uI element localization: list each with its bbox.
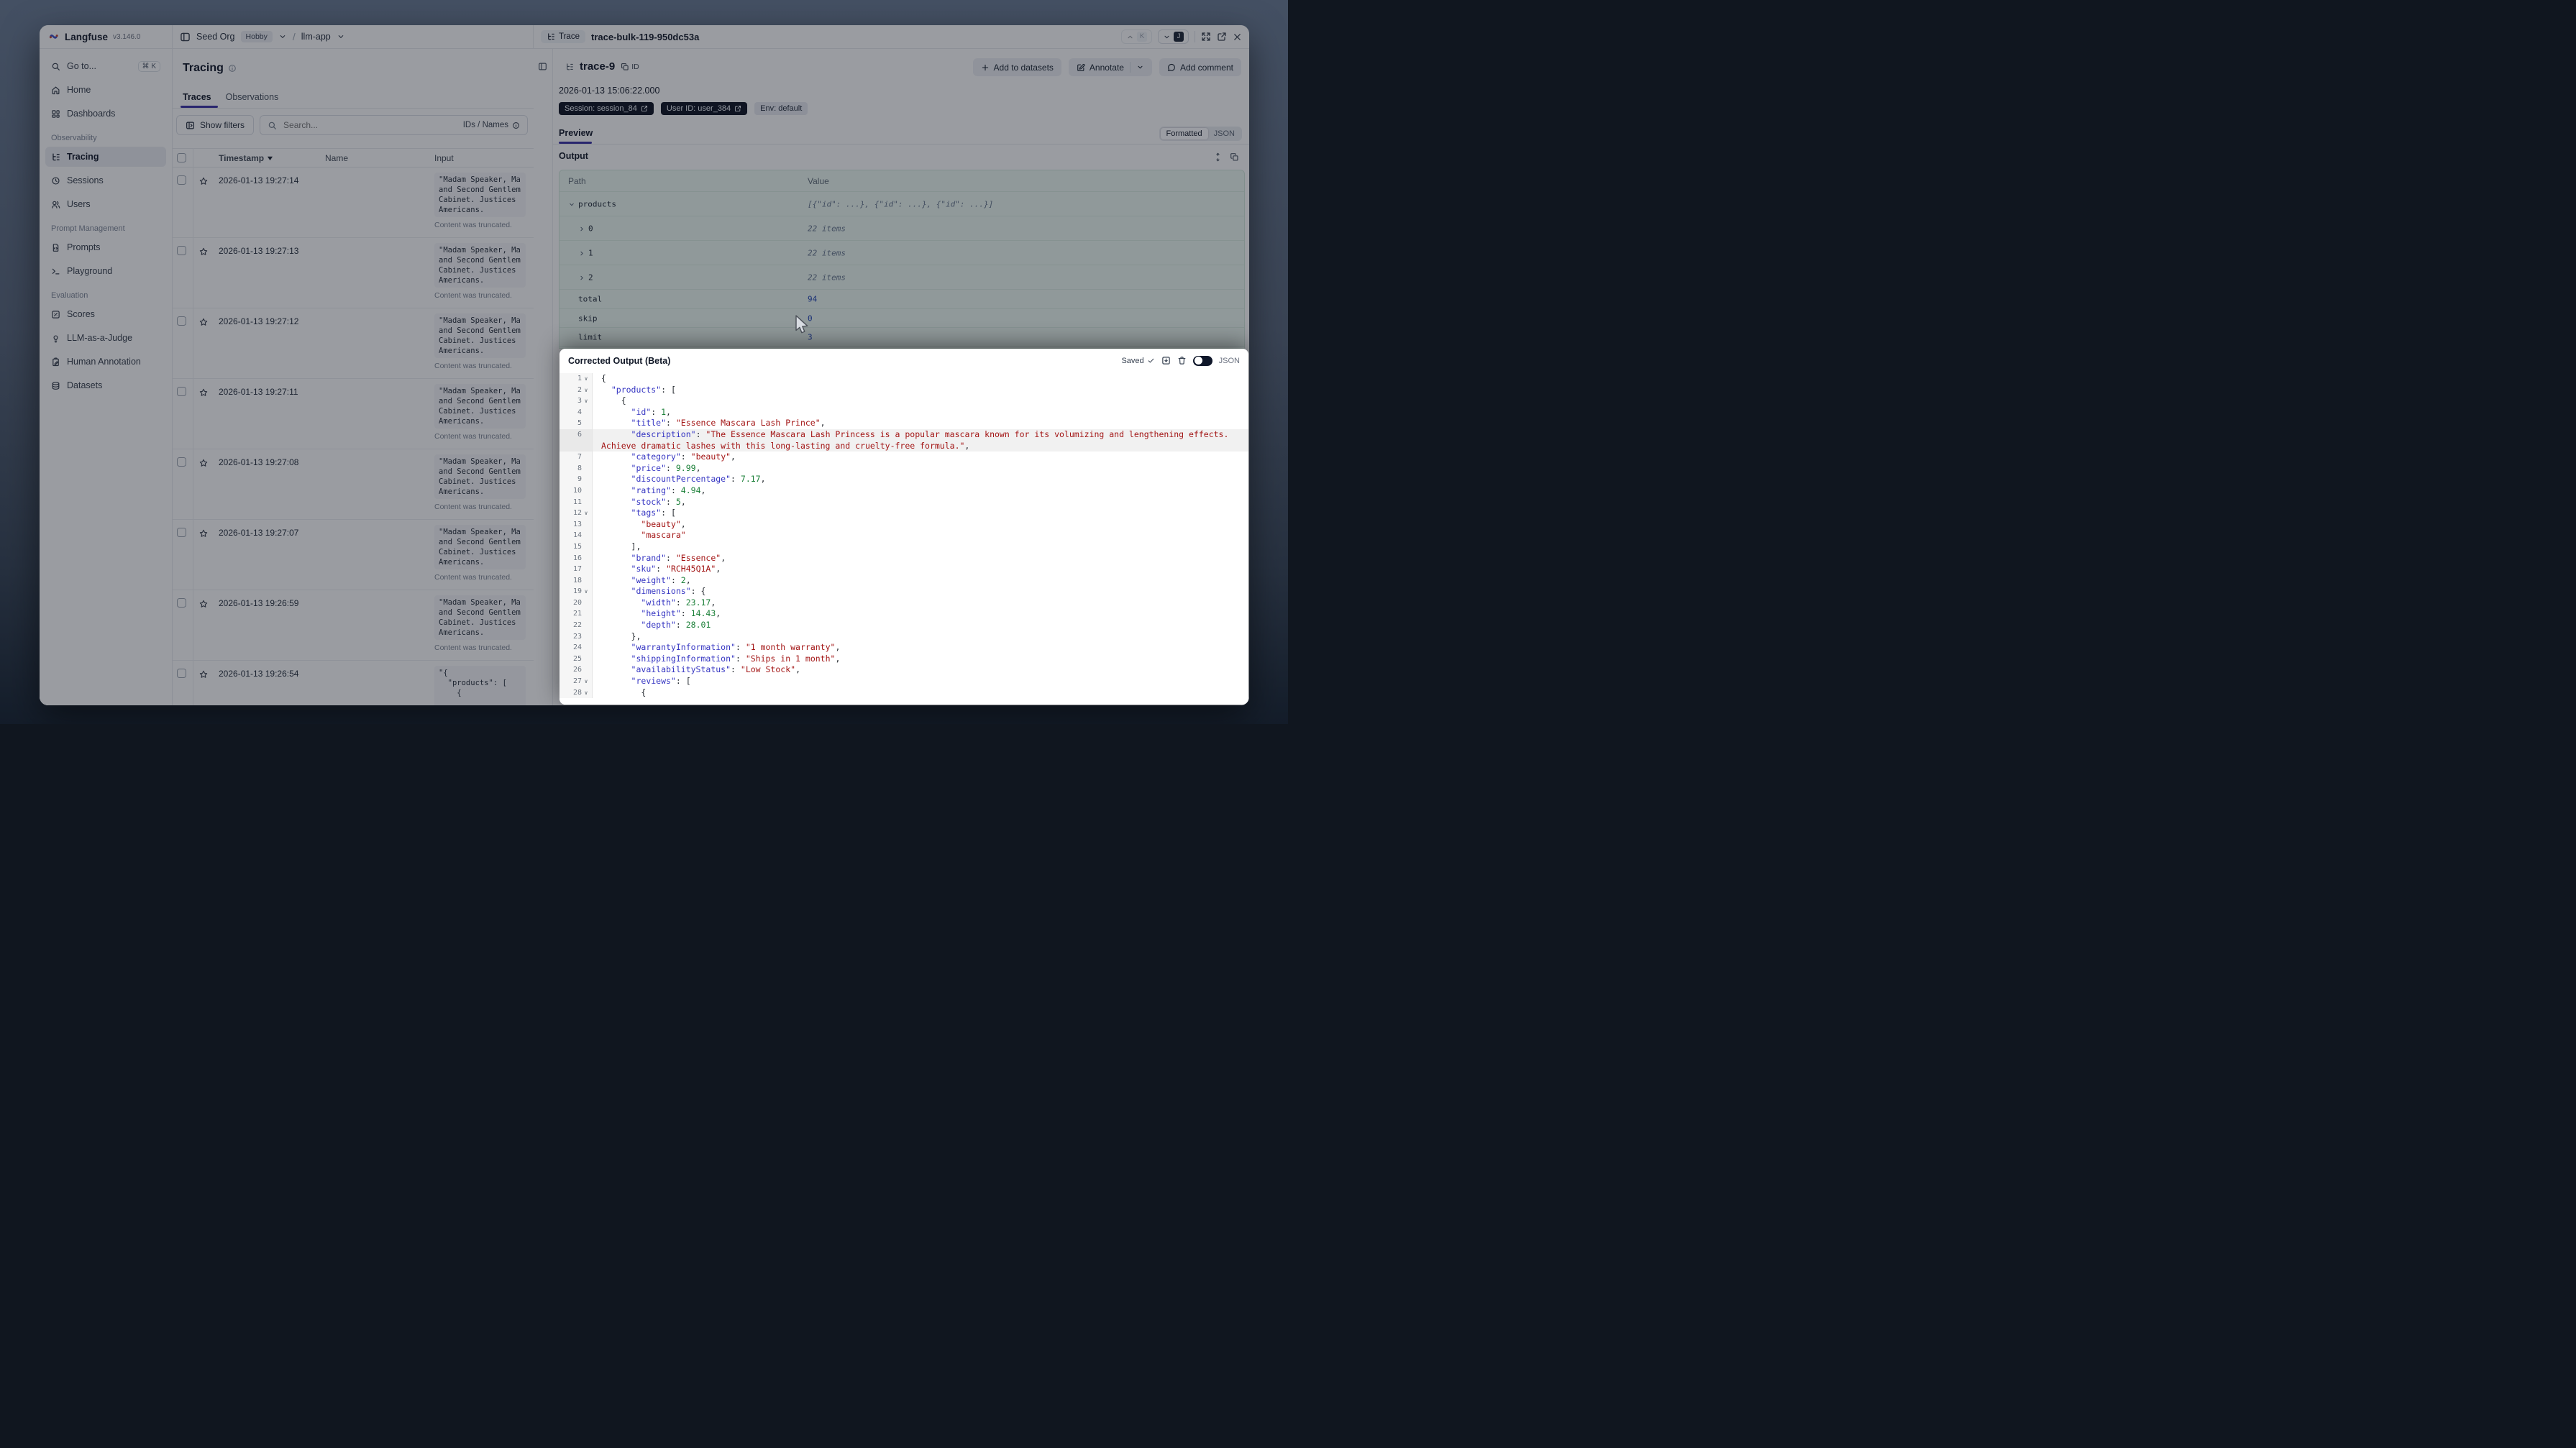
code-line-22: 22 "depth": 28.01: [559, 620, 1248, 631]
code-line-4: 4 "id": 1,: [559, 406, 1248, 418]
code-line-16: 16 "brand": "Essence",: [559, 552, 1248, 564]
code-line-15: 15 ],: [559, 541, 1248, 553]
delete-icon[interactable]: [1177, 354, 1187, 367]
code-line-12: 12 ∨ "tags": [: [559, 508, 1248, 519]
mouse-cursor: [795, 315, 808, 334]
code-line-21: 21 "height": 14.43,: [559, 608, 1248, 620]
code-line-3: 3 ∨ {: [559, 395, 1248, 407]
code-line-26: 26 "availabilityStatus": "Low Stock",: [559, 664, 1248, 677]
json-code-editor[interactable]: 1 ∨{2 ∨ "products": [3 ∨ {4 "id": 1, 5 "titl…: [559, 373, 1248, 705]
code-line-1: 1 ∨{: [559, 373, 1248, 385]
code-line-5: 5 "title": "Essence Mascara Lash Prince"…: [559, 418, 1248, 429]
save-icon[interactable]: [1161, 354, 1171, 367]
code-line-8: 8 "price": 9.99,: [559, 462, 1248, 475]
code-line-14: 14 "mascara": [559, 530, 1248, 541]
code-line-wrap: Achieve dramatic lashes with this long-l…: [559, 440, 1248, 452]
code-line-10: 10 "rating": 4.94,: [559, 485, 1248, 497]
corrected-output-title: Corrected Output (Beta): [568, 355, 671, 366]
code-line-23: 23 },: [559, 631, 1248, 643]
json-mode-toggle[interactable]: [1192, 355, 1212, 366]
code-line-19: 19 ∨ "dimensions": {: [559, 586, 1248, 597]
code-line-13: 13 "beauty",: [559, 518, 1248, 531]
code-line-17: 17 "sku": "RCH45Q1A",: [559, 564, 1248, 575]
code-line-6: 6 "description": "The Essence Mascara La…: [559, 429, 1248, 441]
code-line-2: 2 ∨ "products": [: [559, 384, 1248, 396]
langfuse-window: Langfuse v3.146.0 Seed Org Hobby / llm-a…: [40, 25, 1249, 705]
corrected-output-panel: Corrected Output (Beta) Saved JSON 1 ∨{2 ∨…: [559, 349, 1248, 705]
code-line-11: 11 "stock": 5,: [559, 496, 1248, 508]
json-toggle-label: JSON: [1218, 356, 1240, 365]
code-line-24: 24 "warrantyInformation": "1 month warra…: [559, 642, 1248, 654]
check-icon: [1148, 358, 1154, 363]
code-line-9: 9 "discountPercentage": 7.17,: [559, 474, 1248, 485]
code-line-7: 7 "category": "beauty",: [559, 452, 1248, 463]
code-line-27: 27 ∨ "reviews": [: [559, 676, 1248, 687]
code-line-25: 25 "shippingInformation": "Ships in 1 mo…: [559, 653, 1248, 665]
saved-status: Saved: [1121, 357, 1154, 365]
code-line-28: 28 ∨ {: [559, 687, 1248, 699]
desktop: Langfuse v3.146.0 Seed Org Hobby / llm-a…: [0, 0, 1288, 724]
code-line-18: 18 "weight": 2,: [559, 574, 1248, 587]
code-line-20: 20 "width": 23.17,: [559, 597, 1248, 609]
